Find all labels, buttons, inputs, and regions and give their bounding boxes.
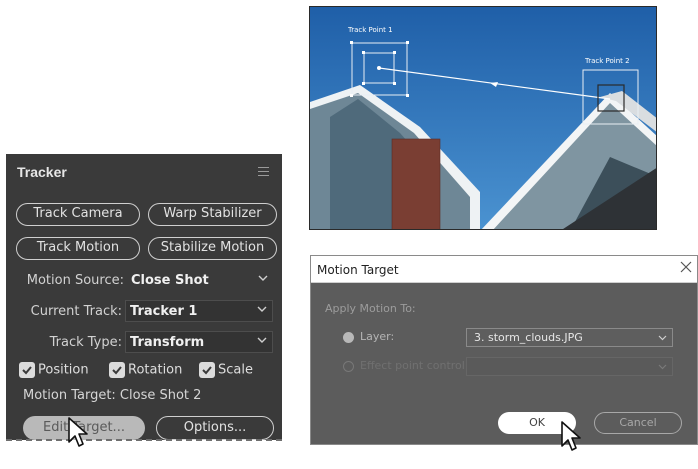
track-point-2-label: Track Point 2 bbox=[585, 57, 630, 65]
warp-stabilizer-button[interactable]: Warp Stabilizer bbox=[148, 203, 277, 226]
tracking-preview-image: Track Point 1 Track Point 2 bbox=[309, 6, 657, 230]
dialog-titlebar: Motion Target bbox=[311, 256, 697, 283]
current-track-value: Tracker 1 bbox=[130, 304, 198, 319]
track-type-value: Transform bbox=[130, 335, 205, 350]
checkbox-checked-icon bbox=[109, 362, 125, 378]
mouse-pointer-icon bbox=[561, 421, 581, 451]
motion-target-dialog: Motion Target Apply Motion To: Layer: 3.… bbox=[310, 255, 698, 445]
layer-dropdown-value: 3. storm_clouds.JPG bbox=[474, 331, 583, 344]
track-motion-button[interactable]: Track Motion bbox=[16, 237, 140, 260]
layer-radio-label: Layer: bbox=[360, 330, 395, 343]
motion-source-value: Close Shot bbox=[131, 273, 209, 288]
position-label: Position bbox=[38, 362, 89, 378]
rotation-label: Rotation bbox=[128, 362, 183, 378]
effect-point-dropdown[interactable] bbox=[466, 357, 673, 376]
effect-point-radio[interactable]: Effect point control bbox=[343, 359, 465, 377]
chevron-down-icon bbox=[658, 335, 667, 341]
motion-target-text: Motion Target: Close Shot 2 bbox=[23, 388, 202, 403]
radio-selected-icon bbox=[343, 331, 354, 343]
scale-checkbox[interactable]: Scale bbox=[199, 362, 253, 382]
layer-radio[interactable]: Layer: bbox=[343, 330, 394, 348]
panel-menu-icon[interactable] bbox=[258, 167, 269, 176]
chevron-down-icon bbox=[257, 337, 267, 343]
panel-title: Tracker bbox=[17, 164, 67, 180]
panel-divider bbox=[6, 439, 282, 441]
track-camera-button[interactable]: Track Camera bbox=[16, 203, 140, 226]
stabilize-motion-button[interactable]: Stabilize Motion bbox=[148, 237, 277, 260]
current-track-label: Current Track: bbox=[30, 304, 122, 319]
track-point-1-label: Track Point 1 bbox=[348, 26, 393, 34]
radio-unselected-icon bbox=[343, 360, 354, 372]
rotation-checkbox[interactable]: Rotation bbox=[109, 362, 182, 382]
motion-source-dropdown[interactable]: Close Shot bbox=[127, 270, 273, 292]
options-button[interactable]: Options... bbox=[156, 416, 274, 440]
checkbox-checked-icon bbox=[19, 362, 35, 378]
checkbox-checked-icon bbox=[199, 362, 215, 378]
mouse-pointer-icon bbox=[68, 417, 88, 447]
current-track-dropdown[interactable]: Tracker 1 bbox=[125, 300, 273, 322]
tracker-header: Tracker bbox=[6, 154, 282, 190]
scale-label: Scale bbox=[218, 362, 253, 378]
position-checkbox[interactable]: Position bbox=[19, 362, 89, 382]
chevron-down-icon bbox=[257, 306, 267, 312]
close-icon[interactable] bbox=[679, 260, 693, 274]
track-type-dropdown[interactable]: Transform bbox=[125, 331, 273, 353]
motion-source-label: Motion Source: bbox=[26, 273, 124, 288]
cancel-button[interactable]: Cancel bbox=[594, 412, 682, 434]
tracker-panel: Tracker Track Camera Warp Stabilizer Tra… bbox=[6, 154, 282, 440]
layer-dropdown[interactable]: 3. storm_clouds.JPG bbox=[466, 328, 673, 347]
dialog-title: Motion Target bbox=[317, 263, 399, 277]
chevron-down-icon bbox=[658, 364, 667, 370]
apply-motion-label: Apply Motion To: bbox=[325, 302, 416, 315]
chevron-down-icon bbox=[258, 275, 268, 281]
track-type-label: Track Type: bbox=[49, 335, 122, 350]
effect-point-label: Effect point control bbox=[360, 359, 465, 372]
